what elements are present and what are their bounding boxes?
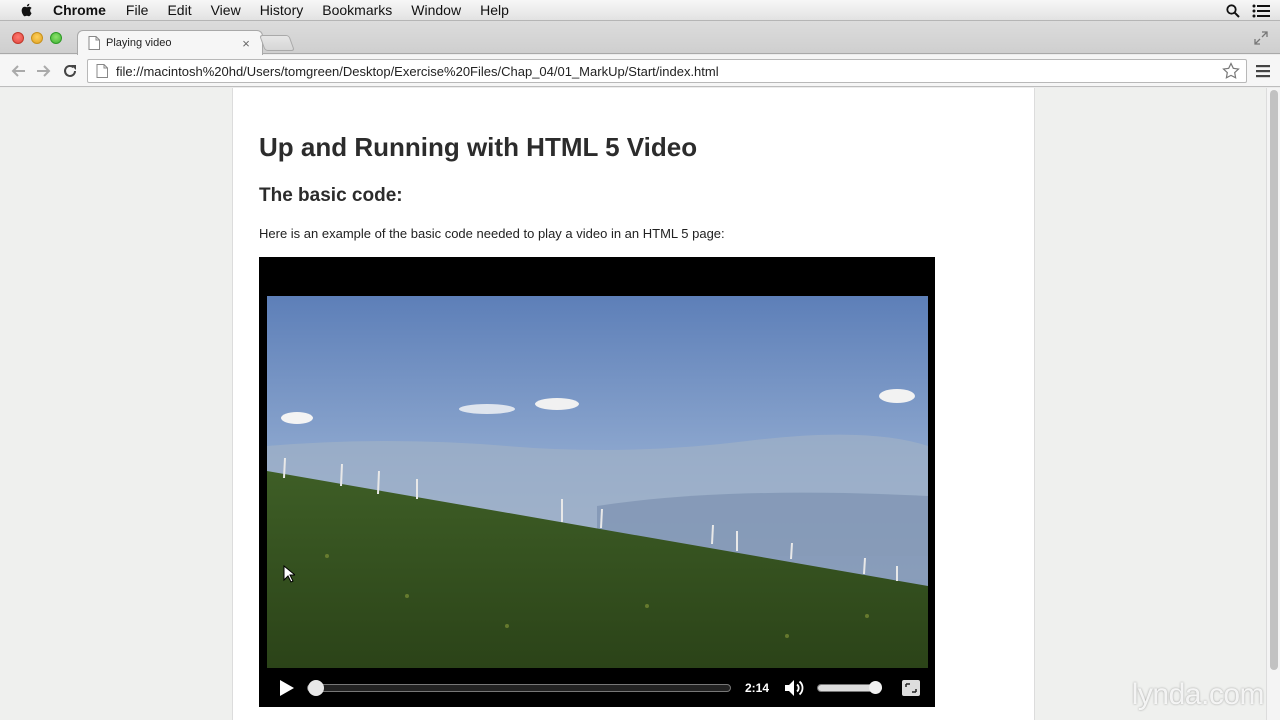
page-viewport: Up and Running with HTML 5 Video The bas… [0,88,1266,720]
address-bar[interactable]: file://macintosh%20hd/Users/tomgreen/Des… [87,59,1247,83]
video-player[interactable]: 2:14 [259,257,935,707]
lynda-watermark: lynda.com [1131,678,1265,711]
url-text[interactable]: file://macintosh%20hd/Users/tomgreen/Des… [116,64,1222,79]
spotlight-search-icon[interactable] [1224,2,1242,20]
menu-window[interactable]: Window [411,0,461,21]
apple-icon[interactable] [19,2,35,18]
menubar-status-area [1224,0,1280,21]
window-close-button[interactable] [12,32,24,44]
menu-history[interactable]: History [260,0,304,21]
chrome-menu-icon[interactable] [1254,62,1272,80]
volume-slider[interactable] [817,681,882,694]
play-button[interactable] [277,678,297,698]
notification-center-icon[interactable] [1252,2,1270,20]
intro-paragraph: Here is an example of the basic code nee… [259,226,725,241]
video-controls: 2:14 [259,669,935,707]
menu-file[interactable]: File [126,0,149,21]
video-frame[interactable] [267,296,928,668]
back-arrow-icon[interactable] [8,61,28,81]
fullscreen-arrows-icon[interactable] [1254,31,1268,45]
page-title: Up and Running with HTML 5 Video [259,132,698,162]
vertical-scrollbar[interactable] [1266,88,1280,720]
seek-bar[interactable] [307,680,731,696]
mac-menu-bar: Chrome File Edit View History Bookmarks … [0,0,1280,21]
menu-view[interactable]: View [211,0,241,21]
section-heading: The basic code: [259,185,403,206]
menu-edit[interactable]: Edit [167,0,191,21]
page-favicon-icon [88,36,100,50]
scrollbar-thumb[interactable] [1270,90,1278,670]
bookmark-star-icon[interactable] [1222,62,1240,80]
window-minimize-button[interactable] [31,32,43,44]
fullscreen-icon[interactable] [902,680,920,696]
menu-help[interactable]: Help [480,0,509,21]
video-frame-image [267,296,928,668]
browser-tab-strip: Playing video × [0,21,1280,55]
time-display: 2:14 [745,681,770,695]
menu-bookmarks[interactable]: Bookmarks [322,0,392,21]
tab-title: Playing video [106,37,172,49]
browser-tab-playing-video[interactable]: Playing video × [77,30,263,55]
page-content: Up and Running with HTML 5 Video The bas… [232,88,1035,720]
browser-toolbar: file://macintosh%20hd/Users/tomgreen/Des… [0,55,1280,87]
tab-close-icon[interactable]: × [238,35,254,51]
window-zoom-button[interactable] [50,32,62,44]
seek-handle[interactable] [308,680,324,696]
menu-app-chrome[interactable]: Chrome [53,0,106,21]
volume-icon[interactable] [783,678,805,698]
forward-arrow-icon[interactable] [34,61,54,81]
volume-handle[interactable] [869,681,882,694]
new-tab-button[interactable] [259,35,295,51]
page-icon [96,64,108,78]
reload-icon[interactable] [60,61,80,81]
